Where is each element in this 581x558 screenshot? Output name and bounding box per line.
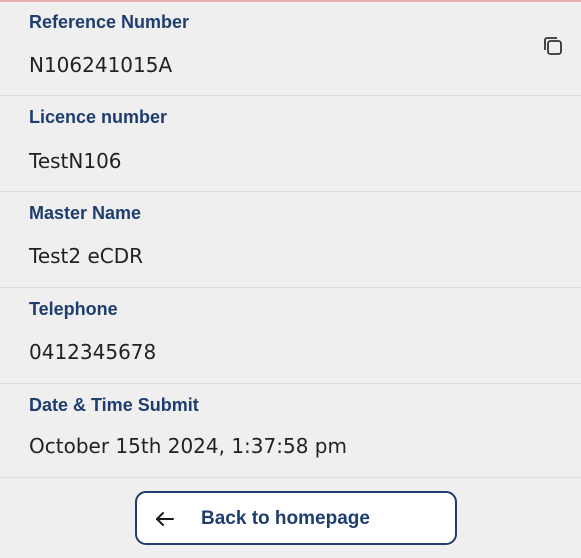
reference-number-label: Reference Number bbox=[29, 12, 190, 32]
reference-number-value: N106241015A bbox=[29, 53, 173, 77]
licence-number-label: Licence number bbox=[29, 107, 168, 127]
date-time-submit-value: October 15th 2024, 1:37:58 pm bbox=[29, 434, 347, 458]
master-name-value: Test2 eCDR bbox=[29, 244, 144, 268]
date-time-submit-section: Date & Time Submit October 15th 2024, 1:… bbox=[0, 384, 581, 478]
arrow-left-icon bbox=[153, 507, 177, 531]
licence-number-value: TestN106 bbox=[29, 149, 122, 173]
master-name-section: Master Name Test2 eCDR bbox=[0, 192, 581, 288]
date-time-submit-label: Date & Time Submit bbox=[29, 395, 199, 415]
telephone-label: Telephone bbox=[29, 299, 118, 319]
back-to-homepage-label: Back to homepage bbox=[201, 508, 370, 529]
master-name-label: Master Name bbox=[29, 203, 142, 223]
copy-icon[interactable] bbox=[541, 34, 565, 58]
reference-number-section: Reference Number N106241015A bbox=[0, 0, 581, 96]
licence-number-section: Licence number TestN106 bbox=[0, 96, 581, 192]
back-to-homepage-button[interactable]: Back to homepage bbox=[135, 491, 457, 545]
telephone-value: 0412345678 bbox=[29, 340, 157, 364]
telephone-section: Telephone 0412345678 bbox=[0, 288, 581, 384]
